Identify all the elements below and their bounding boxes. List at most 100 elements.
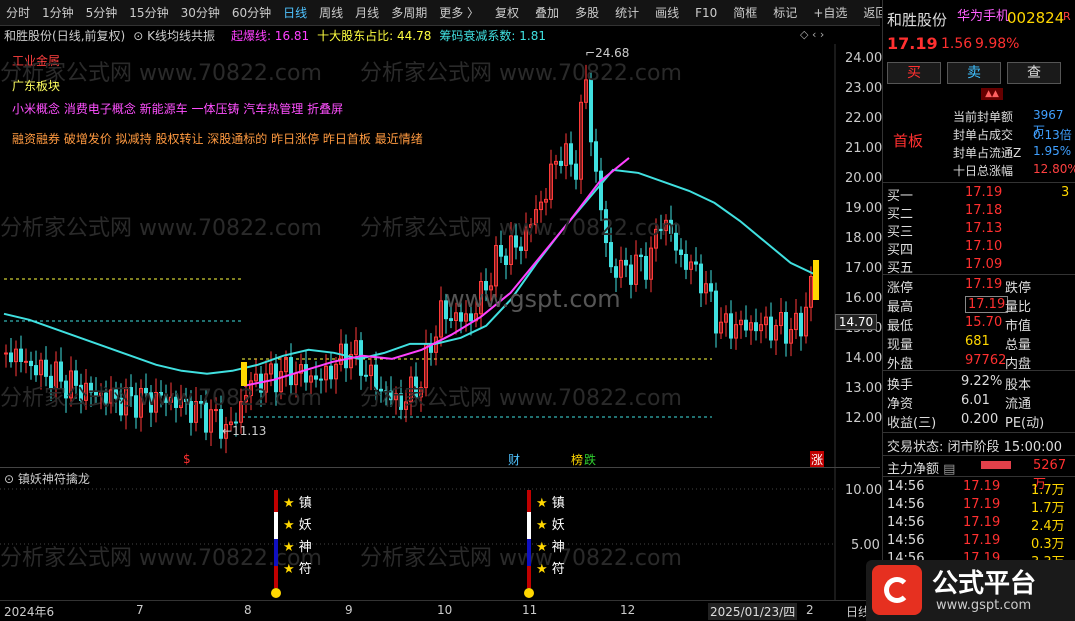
candle-body xyxy=(29,360,33,367)
period-tab[interactable]: 分时 xyxy=(0,0,36,26)
price-tick: 14.00 xyxy=(845,350,883,366)
period-tab[interactable]: 60分钟 xyxy=(226,0,277,26)
bid-price: 17.18 xyxy=(965,203,1003,218)
toolbar-action[interactable]: +自选 xyxy=(807,0,853,26)
toolbar-action[interactable]: F10 xyxy=(689,0,723,26)
low-label: ←11.13 xyxy=(222,424,267,438)
tick-price: 17.19 xyxy=(963,497,1001,512)
candle-body xyxy=(699,263,703,294)
stat-label-2: 量比 xyxy=(1005,300,1032,315)
candle-body xyxy=(574,163,578,180)
candle-body xyxy=(709,283,713,292)
period-tab[interactable]: 多周期 xyxy=(385,0,433,26)
toolbar-action[interactable]: 叠加 xyxy=(529,0,565,26)
stat-value: 97762 xyxy=(965,353,1007,368)
toolbar-action[interactable]: 简框 xyxy=(727,0,763,26)
first-board-label: 首板 xyxy=(893,132,924,150)
time-label: 2 xyxy=(806,603,814,617)
candle-body xyxy=(444,300,448,320)
tick-time: 14:56 xyxy=(887,515,925,530)
divider xyxy=(883,370,1075,371)
label-shen-a: ★ 神 xyxy=(283,540,312,555)
signal-marker xyxy=(241,362,247,386)
tick-volume: 2.4万 xyxy=(1031,519,1065,534)
indicator-dropdown[interactable]: ⊙ K线均线共振 xyxy=(133,27,223,44)
chart-window-controls[interactable]: ◇ ‹ › xyxy=(800,28,824,41)
candle-body xyxy=(9,352,13,363)
candle-body xyxy=(319,378,323,381)
stock-title: 和胜股份 xyxy=(4,28,53,43)
event-mark-zhang[interactable]: 涨 xyxy=(810,451,825,468)
event-mark-die[interactable]: 跌 xyxy=(584,451,596,468)
candle-body xyxy=(79,384,83,401)
candle-body xyxy=(59,361,63,382)
divider xyxy=(883,476,1075,477)
list-icon[interactable]: ▤ xyxy=(943,462,955,477)
stat-label: 涨停 xyxy=(887,281,914,296)
stat-value: 9.22% xyxy=(961,374,1003,389)
toolbar-action[interactable]: 多股 xyxy=(569,0,605,26)
event-mark-bang[interactable]: 榜 xyxy=(571,451,583,468)
candle-body xyxy=(304,364,308,383)
buy-button[interactable]: 买 xyxy=(887,62,941,84)
price-tick: 12.00 xyxy=(845,410,883,426)
period-tab[interactable]: 更多 〉 xyxy=(433,0,485,26)
seal-value: 0.13倍 xyxy=(1033,128,1072,142)
time-label: 9 xyxy=(345,603,353,617)
stat-label-2: 市值 xyxy=(1005,319,1032,334)
candle-body xyxy=(594,141,598,172)
price-tick: 17.00 xyxy=(845,260,883,276)
label-zhen-a: ★ 镇 xyxy=(283,496,312,511)
candle-body xyxy=(484,281,488,291)
candle-body xyxy=(199,401,203,404)
candle-body xyxy=(44,359,48,377)
label-fu-text: 符 xyxy=(551,562,565,577)
bid-price: 17.13 xyxy=(965,221,1003,236)
event-mark-s[interactable]: $ xyxy=(183,452,191,466)
time-label: 11 xyxy=(522,603,538,617)
concept-tag[interactable]: 华为手机 xyxy=(957,5,1009,24)
candle-body xyxy=(314,375,318,380)
period-tab[interactable]: 日线 xyxy=(277,0,313,26)
candle-body xyxy=(599,170,603,211)
tick-price: 17.19 xyxy=(963,479,1001,494)
period-tab[interactable]: 5分钟 xyxy=(80,0,124,26)
label-fu-text: 符 xyxy=(298,562,312,577)
period-tab[interactable]: 1分钟 xyxy=(36,0,80,26)
high-value: 24.68 xyxy=(595,46,630,60)
period-tab[interactable]: 30分钟 xyxy=(175,0,226,26)
toolbar-action[interactable]: 统计 xyxy=(609,0,645,26)
label-zhen-b: ★ 镇 xyxy=(536,496,565,511)
label-fu-a: ★ 符 xyxy=(283,562,312,577)
current-price-tag: 14.70 xyxy=(835,314,877,330)
label-fu-b: ★ 符 xyxy=(536,562,565,577)
candle-body xyxy=(414,376,418,398)
stat-value: 15.70 xyxy=(965,315,1003,330)
toolbar-action[interactable]: 复权 xyxy=(489,0,525,26)
label-zhen-text: 镇 xyxy=(551,496,565,511)
divider xyxy=(883,182,1075,183)
candle-body xyxy=(769,316,773,341)
price-pct: 9.98% xyxy=(975,36,1020,52)
query-button[interactable]: 查 xyxy=(1007,62,1061,84)
signal-marker xyxy=(813,260,819,300)
sell-button[interactable]: 卖 xyxy=(947,62,1001,84)
candle-body xyxy=(74,370,78,386)
sub-indicator-chart xyxy=(0,468,836,600)
event-mark-cai[interactable]: 财 xyxy=(508,451,520,468)
period-tab[interactable]: 周线 xyxy=(313,0,349,26)
period-tab[interactable]: 月线 xyxy=(349,0,385,26)
bid-label: 买一 xyxy=(887,189,914,204)
candle-body xyxy=(4,352,8,355)
badge-url: www.gspt.com xyxy=(936,598,1032,613)
toolbar-action[interactable]: 画线 xyxy=(649,0,685,26)
collapse-arrow[interactable]: ▲▲ xyxy=(981,88,1003,100)
toolbar-action[interactable]: 标记 xyxy=(767,0,803,26)
stat-value: 17.19 xyxy=(965,296,1009,313)
candle-body xyxy=(114,389,118,399)
candle-body xyxy=(49,375,53,389)
trade-status: 交易状态: 闭市阶段 15:00:00 xyxy=(887,440,1063,455)
r-flag: R xyxy=(1063,10,1071,23)
period-tab[interactable]: 15分钟 xyxy=(123,0,174,26)
candle-body xyxy=(604,209,608,244)
